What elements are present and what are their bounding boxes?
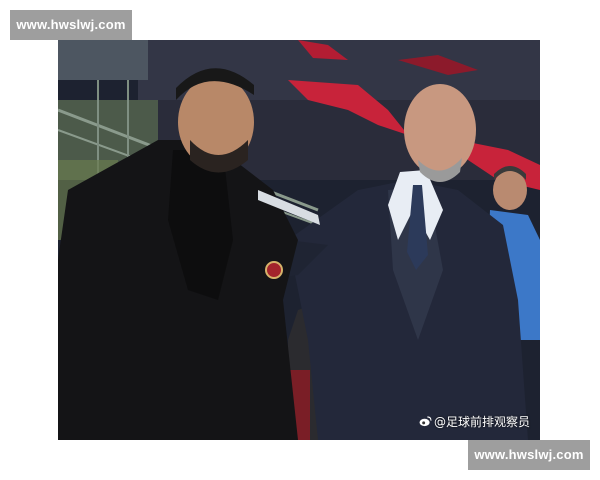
spalletti-head	[404, 84, 476, 176]
photo-credit: @足球前排观察员	[419, 413, 530, 430]
watermark-top: www.hwslwj.com	[10, 10, 132, 40]
match-photo: @足球前排观察员	[58, 40, 540, 440]
credit-text: @足球前排观察员	[433, 415, 530, 429]
club-badge	[265, 261, 283, 279]
bystander-head	[493, 170, 527, 210]
weibo-icon	[419, 416, 432, 427]
photo-scene	[58, 40, 540, 440]
watermark-bottom: www.hwslwj.com	[468, 440, 590, 470]
